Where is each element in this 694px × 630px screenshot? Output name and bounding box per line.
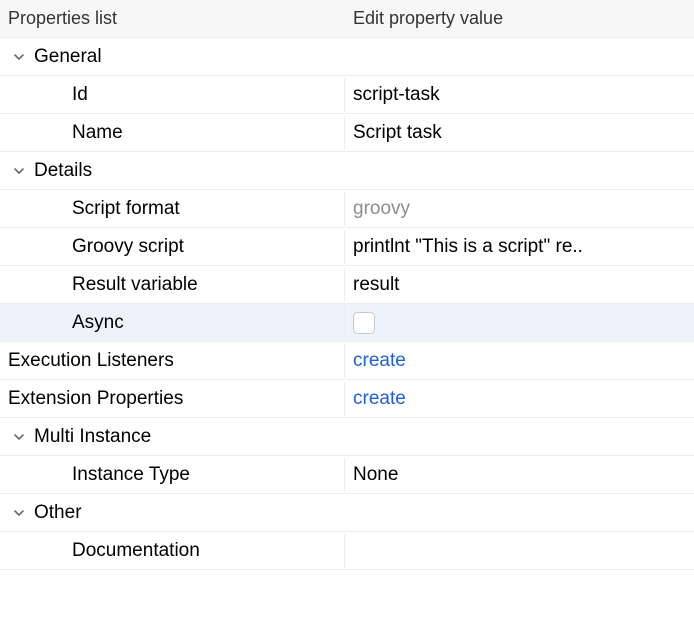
section-other[interactable]: Other bbox=[0, 494, 694, 532]
property-label-extension-properties: Extension Properties bbox=[0, 382, 345, 416]
section-other-label: Other bbox=[34, 502, 82, 524]
property-label-execution-listeners: Execution Listeners bbox=[0, 344, 345, 378]
property-label-result-variable: Result variable bbox=[0, 268, 345, 302]
section-general-label: General bbox=[34, 46, 102, 68]
property-value-documentation[interactable] bbox=[345, 545, 694, 557]
properties-table-header: Properties list Edit property value bbox=[0, 0, 694, 38]
async-checkbox[interactable] bbox=[353, 312, 375, 334]
property-row-extension-properties[interactable]: Extension Properties create bbox=[0, 380, 694, 418]
property-row-id[interactable]: Id script-task bbox=[0, 76, 694, 114]
chevron-down-icon bbox=[10, 507, 28, 519]
section-general[interactable]: General bbox=[0, 38, 694, 76]
property-label-instance-type: Instance Type bbox=[0, 458, 345, 492]
header-edit-value: Edit property value bbox=[345, 2, 694, 35]
section-details-label: Details bbox=[34, 160, 92, 182]
chevron-down-icon bbox=[10, 431, 28, 443]
property-row-result-variable[interactable]: Result variable result bbox=[0, 266, 694, 304]
section-multi-instance-label: Multi Instance bbox=[34, 426, 151, 448]
property-value-groovy-script[interactable]: printlnt "This is a script" re.. bbox=[345, 230, 694, 264]
property-row-instance-type[interactable]: Instance Type None bbox=[0, 456, 694, 494]
property-label-async: Async bbox=[0, 306, 345, 340]
section-details[interactable]: Details bbox=[0, 152, 694, 190]
property-row-async[interactable]: Async bbox=[0, 304, 694, 342]
chevron-down-icon bbox=[10, 51, 28, 63]
chevron-down-icon bbox=[10, 165, 28, 177]
property-label-name: Name bbox=[0, 116, 345, 150]
property-value-instance-type[interactable]: None bbox=[345, 458, 694, 492]
property-label-documentation: Documentation bbox=[0, 534, 345, 568]
property-value-result-variable[interactable]: result bbox=[345, 268, 694, 302]
header-properties-list: Properties list bbox=[0, 2, 345, 35]
property-label-id: Id bbox=[0, 78, 345, 112]
create-execution-listener-link[interactable]: create bbox=[345, 344, 694, 378]
property-row-name[interactable]: Name Script task bbox=[0, 114, 694, 152]
property-row-groovy-script[interactable]: Groovy script printlnt "This is a script… bbox=[0, 228, 694, 266]
property-row-execution-listeners[interactable]: Execution Listeners create bbox=[0, 342, 694, 380]
create-extension-property-link[interactable]: create bbox=[345, 382, 694, 416]
property-value-name[interactable]: Script task bbox=[345, 116, 694, 150]
property-label-groovy-script: Groovy script bbox=[0, 230, 345, 264]
property-value-script-format[interactable]: groovy bbox=[345, 192, 694, 226]
section-multi-instance[interactable]: Multi Instance bbox=[0, 418, 694, 456]
property-row-documentation[interactable]: Documentation bbox=[0, 532, 694, 570]
property-label-script-format: Script format bbox=[0, 192, 345, 226]
property-value-id[interactable]: script-task bbox=[345, 78, 694, 112]
property-row-script-format[interactable]: Script format groovy bbox=[0, 190, 694, 228]
